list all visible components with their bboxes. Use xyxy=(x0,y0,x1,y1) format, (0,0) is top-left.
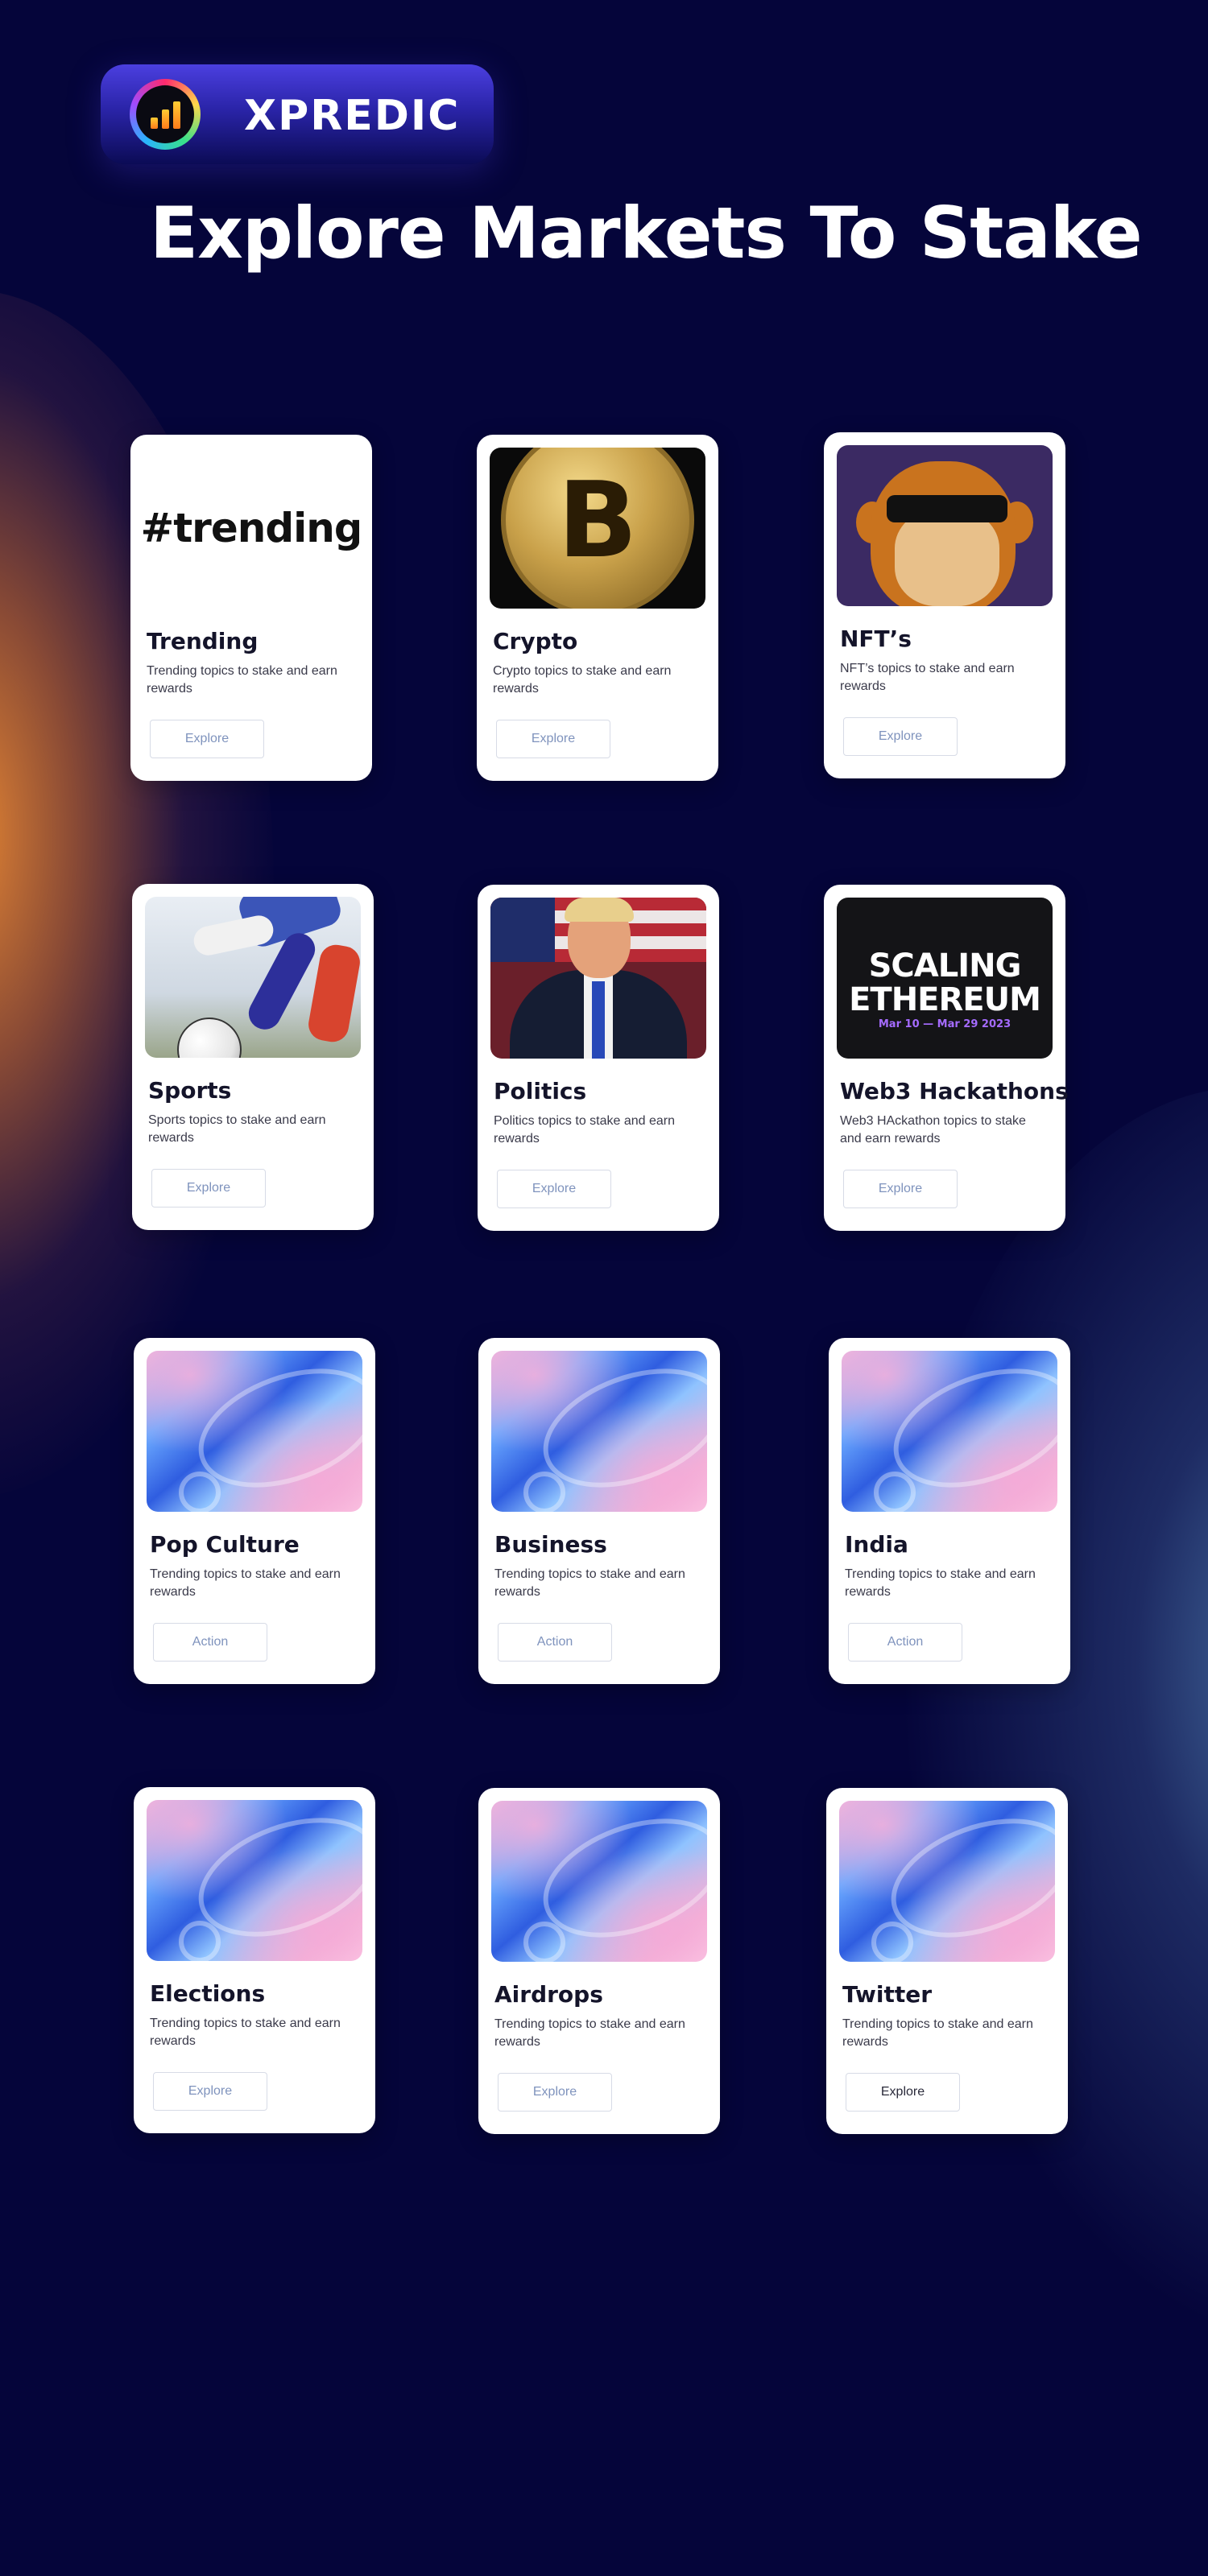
background xyxy=(0,0,1208,2576)
card-description: Web3 HAckathon topics to stake and earn … xyxy=(840,1114,1026,1146)
card-title: Airdrops xyxy=(494,1981,603,2008)
sports-image xyxy=(145,897,361,1058)
action-button[interactable]: Action xyxy=(848,1623,962,1662)
market-card-trending[interactable]: #trending Trending Trending topics to st… xyxy=(130,435,372,781)
card-title: Elections xyxy=(150,1980,266,2007)
action-button[interactable]: Action xyxy=(498,1623,612,1662)
market-card-web3-hackathons[interactable]: SCALING ETHEREUM Mar 10 — Mar 29 2023 We… xyxy=(824,885,1069,1231)
ape-glasses xyxy=(887,495,1007,522)
market-card-pop-culture[interactable]: Pop Culture Trending topics to stake and… xyxy=(134,1338,375,1684)
card-description: Trending topics to stake and earn reward… xyxy=(147,664,337,696)
abstract-fluid-image xyxy=(147,1351,362,1512)
card-description: Politics topics to stake and earn reward… xyxy=(494,1114,676,1146)
market-card-business[interactable]: Business Trending topics to stake and ea… xyxy=(478,1338,720,1684)
brand-name: XPREDIC xyxy=(244,92,461,140)
card-title: Sports xyxy=(148,1077,232,1104)
bitcoin-image: B xyxy=(490,448,705,609)
action-button[interactable]: Action xyxy=(153,1623,267,1662)
abstract-fluid-image xyxy=(147,1800,362,1961)
card-description: Trending topics to stake and earn reward… xyxy=(845,1567,1036,1599)
market-card-politics[interactable]: Politics Politics topics to stake and ea… xyxy=(478,885,719,1231)
explore-button[interactable]: Explore xyxy=(843,1170,958,1208)
market-card-twitter[interactable]: Twitter Trending topics to stake and ear… xyxy=(826,1788,1068,2134)
market-card-airdrops[interactable]: Airdrops Trending topics to stake and ea… xyxy=(478,1788,720,2134)
trending-image: #trending xyxy=(143,448,359,609)
scaling-ethereum-image: SCALING ETHEREUM Mar 10 — Mar 29 2023 xyxy=(837,898,1053,1059)
card-description: Trending topics to stake and earn reward… xyxy=(494,2017,685,2049)
explore-button[interactable]: Explore xyxy=(150,720,264,758)
card-title: India xyxy=(845,1531,908,1558)
card-title: Trending xyxy=(147,628,259,654)
abstract-fluid-image xyxy=(842,1351,1057,1512)
card-description: Trending topics to stake and earn reward… xyxy=(150,1567,341,1599)
ape-head xyxy=(871,461,1016,606)
card-title: Twitter xyxy=(842,1981,933,2008)
ape-face xyxy=(895,510,999,606)
market-card-nfts[interactable]: NFT’s NFT’s topics to stake and earn rew… xyxy=(824,432,1065,778)
rising-bars-logo-icon xyxy=(130,79,201,150)
explore-button[interactable]: Explore xyxy=(496,720,610,758)
explore-button[interactable]: Explore xyxy=(153,2072,267,2111)
card-title: Web3 Hackathons xyxy=(840,1078,1069,1104)
card-title: NFT’s xyxy=(840,625,912,652)
abstract-fluid-image xyxy=(491,1351,707,1512)
banner-date: Mar 10 — Mar 29 2023 xyxy=(878,1018,1011,1030)
card-description: Crypto topics to stake and earn rewards xyxy=(493,664,672,696)
market-card-sports[interactable]: Sports Sports topics to stake and earn r… xyxy=(132,884,374,1230)
player-leg xyxy=(191,912,276,959)
card-description: Trending topics to stake and earn reward… xyxy=(150,2017,341,2048)
tie xyxy=(592,981,605,1059)
card-description: NFT’s topics to stake and earn rewards xyxy=(840,662,1015,693)
card-title: Pop Culture xyxy=(150,1531,300,1558)
politics-image xyxy=(490,898,706,1059)
card-title: Politics xyxy=(494,1078,587,1104)
abstract-fluid-image xyxy=(491,1801,707,1962)
card-title: Crypto xyxy=(493,628,578,654)
soccer-ball xyxy=(177,1018,242,1058)
card-description: Trending topics to stake and earn reward… xyxy=(494,1567,685,1599)
card-description: Trending topics to stake and earn reward… xyxy=(842,2017,1033,2049)
abstract-fluid-image xyxy=(839,1801,1055,1962)
explore-button[interactable]: Explore xyxy=(151,1169,266,1208)
market-card-india[interactable]: India Trending topics to stake and earn … xyxy=(829,1338,1070,1684)
trending-hashtag: #trending xyxy=(143,505,359,551)
card-title: Business xyxy=(494,1531,607,1558)
explore-button[interactable]: Explore xyxy=(846,2073,960,2112)
market-card-elections[interactable]: Elections Trending topics to stake and e… xyxy=(134,1787,375,2133)
bitcoin-coin: B xyxy=(501,448,694,609)
explore-button[interactable]: Explore xyxy=(497,1170,611,1208)
bitcoin-symbol: B xyxy=(557,459,638,581)
market-card-crypto[interactable]: B Crypto Crypto topics to stake and earn… xyxy=(477,435,718,781)
ape-nft-image xyxy=(837,445,1053,606)
banner-line-2: ETHEREUM xyxy=(849,981,1041,1018)
banner-line-1: SCALING xyxy=(868,947,1022,985)
brand-logo[interactable]: XPREDIC xyxy=(101,64,494,164)
page-title: Explore Markets To Stake xyxy=(150,192,1143,275)
blue-glow xyxy=(886,1087,1208,2375)
opponent-leg xyxy=(305,942,361,1045)
card-description: Sports topics to stake and earn rewards xyxy=(148,1113,326,1145)
explore-button[interactable]: Explore xyxy=(498,2073,612,2112)
explore-button[interactable]: Explore xyxy=(843,717,958,756)
